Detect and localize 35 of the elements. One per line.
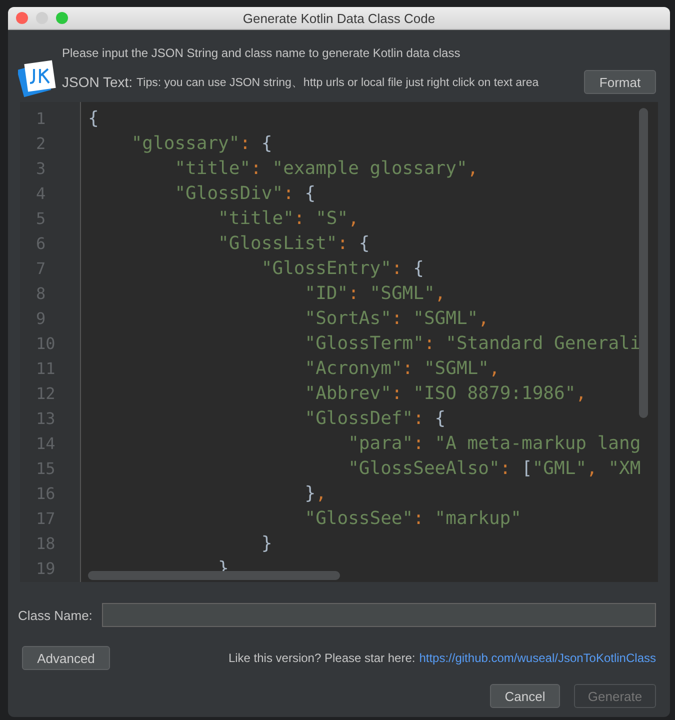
code-line: {	[88, 107, 100, 131]
github-link[interactable]: https://github.com/wuseal/JsonToKotlinClass	[419, 651, 656, 665]
zoom-icon[interactable]	[56, 12, 68, 24]
dialog-button[interactable]: Cancel	[490, 684, 560, 708]
code-line: "para": "A meta-markup lang	[347, 432, 641, 456]
horizontal-scrollbar[interactable]	[88, 571, 340, 580]
code-line: "GlossTerm": "Standard Generali	[304, 332, 641, 356]
code-line: "GlossDiv": {	[174, 182, 317, 206]
code-line: "GlossDef": {	[304, 407, 447, 431]
code-line: "GlossList": {	[217, 232, 371, 256]
advanced-button[interactable]: Advanced	[22, 646, 110, 670]
json-text-label: JSON Text:	[62, 74, 133, 90]
code-line: "Abbrev": "ISO 8879:1986",	[304, 382, 588, 406]
code-line: "GlossSee": "markup"	[304, 507, 522, 531]
window-title: Generate Kotlin Data Class Code	[242, 10, 436, 26]
code-line: "GlossSeeAlso": ["GML", "XM	[347, 457, 641, 481]
vertical-scrollbar[interactable]	[639, 108, 648, 418]
tips-text: Tips: you can use JSON string、http urls or local file just right click on text area	[136, 76, 539, 90]
code-line: "Acronym": "SGML",	[304, 357, 501, 381]
class-name-label: Class Name:	[18, 608, 92, 622]
code-line: "ID": "SGML",	[304, 282, 447, 306]
code-line: "glossary": {	[130, 132, 274, 156]
promo-text: Like this version? Please star here:	[228, 651, 416, 665]
code-line: }	[260, 532, 274, 556]
code-line: },	[304, 482, 328, 506]
minimize-icon[interactable]	[36, 12, 48, 24]
json-editor[interactable]	[20, 102, 658, 582]
description-text: Please input the JSON String and class name to generate Kotlin data class	[62, 46, 462, 60]
class-name-field[interactable]	[102, 603, 656, 627]
close-icon[interactable]	[16, 12, 28, 24]
code-line: "SortAs": "SGML",	[304, 307, 490, 331]
format-button[interactable]: Format	[584, 70, 656, 94]
code-line: "title": "example glossary",	[174, 157, 480, 181]
code-line: "GlossEntry": {	[260, 257, 425, 281]
code-line: "title": "S",	[217, 207, 360, 231]
